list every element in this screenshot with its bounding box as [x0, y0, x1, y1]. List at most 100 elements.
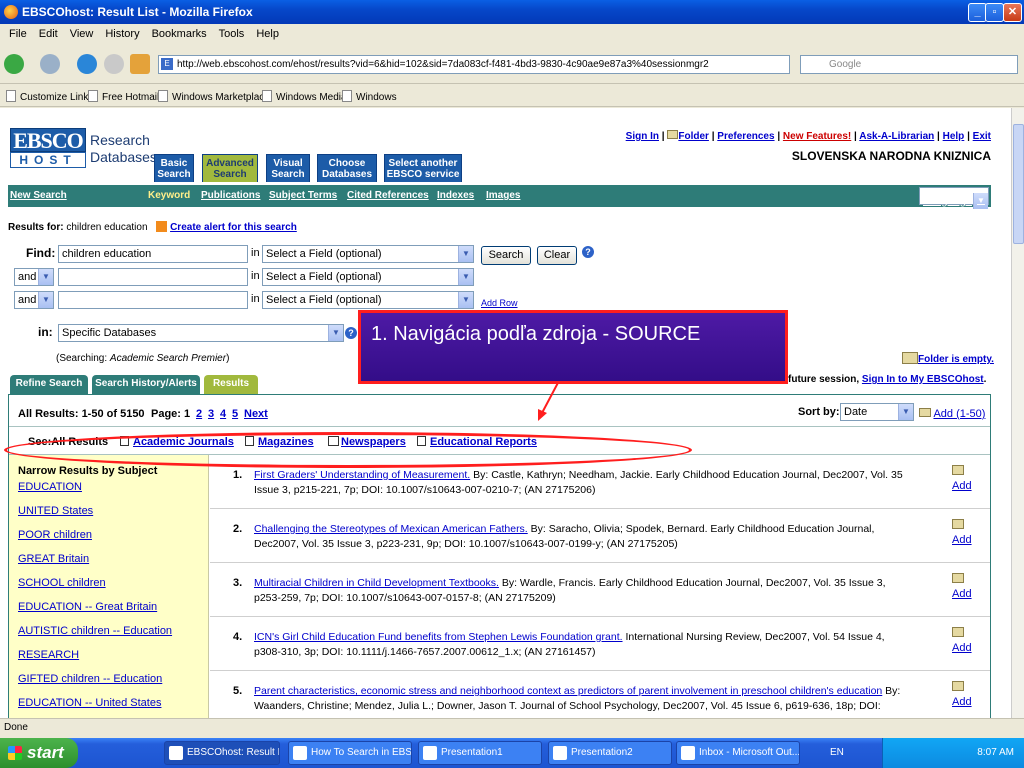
- folder-icon[interactable]: [952, 627, 964, 637]
- sort-select[interactable]: Date ▼: [840, 403, 914, 421]
- menu-bookmarks[interactable]: Bookmarks: [149, 28, 210, 40]
- back-icon[interactable]: [4, 54, 24, 74]
- subject-link[interactable]: SCHOOL children: [18, 577, 106, 589]
- folder-icon[interactable]: [952, 681, 964, 691]
- tab-choose-databases[interactable]: Choose Databases: [317, 154, 377, 182]
- bool-select-2[interactable]: and ▼: [14, 268, 54, 286]
- bool-select-3[interactable]: and ▼: [14, 291, 54, 309]
- maximize-button[interactable]: ▫: [985, 3, 1004, 22]
- folder-icon[interactable]: [952, 519, 964, 529]
- tab-select-ebsco-service[interactable]: Select another EBSCO service: [384, 154, 462, 182]
- menu-view[interactable]: View: [67, 28, 97, 40]
- folder-link[interactable]: Folder: [678, 131, 709, 142]
- help-icon[interactable]: ?: [582, 246, 594, 258]
- window-title-bar[interactable]: EBSCOhost: Result List - Mozilla Firefox…: [0, 0, 1024, 24]
- result-title-link[interactable]: First Graders' Understanding of Measurem…: [254, 469, 470, 481]
- bookmark-free-hotmail[interactable]: Free Hotmail: [88, 90, 159, 103]
- folder-icon[interactable]: [952, 573, 964, 583]
- page-2-link[interactable]: 2: [196, 408, 202, 420]
- reload-icon[interactable]: [77, 54, 97, 74]
- subject-link[interactable]: RESEARCH: [18, 649, 79, 661]
- database-select[interactable]: Specific Databases ▼: [58, 324, 344, 342]
- nav-indexes[interactable]: Indexes: [437, 190, 474, 201]
- field-select-3[interactable]: Select a Field (optional) ▼: [262, 291, 474, 309]
- sign-in-link[interactable]: Sign In: [626, 131, 659, 142]
- task-how-to-search[interactable]: How To Search in EBS...: [288, 741, 412, 765]
- subject-link[interactable]: EDUCATION -- United States: [18, 697, 161, 709]
- page-5-link[interactable]: 5: [232, 408, 238, 420]
- tab-results[interactable]: Results: [204, 375, 258, 394]
- scrollbar-thumb[interactable]: [1013, 124, 1024, 244]
- home-icon[interactable]: [130, 54, 150, 74]
- url-field[interactable]: E http://web.ebscohost.com/ehost/results…: [158, 55, 790, 74]
- menu-edit[interactable]: Edit: [36, 28, 61, 40]
- tab-visual-search[interactable]: Visual Search: [266, 154, 310, 182]
- preferences-link[interactable]: Preferences: [717, 131, 774, 142]
- nav-subject-terms[interactable]: Subject Terms: [269, 190, 337, 201]
- field-select-1[interactable]: Select a Field (optional) ▼: [262, 245, 474, 263]
- add-to-folder-link[interactable]: Add: [952, 588, 972, 600]
- ebsco-logo[interactable]: EBSCO HOST: [10, 128, 86, 170]
- nav-images[interactable]: Images: [486, 190, 520, 201]
- find-input-2[interactable]: [58, 268, 248, 286]
- subject-link[interactable]: EDUCATION -- Great Britain: [18, 601, 157, 613]
- result-title-link[interactable]: ICN's Girl Child Education Fund benefits…: [254, 631, 623, 643]
- stop-icon[interactable]: [104, 54, 124, 74]
- subject-link[interactable]: UNITED States: [18, 505, 93, 517]
- find-input-1[interactable]: children education: [58, 245, 248, 263]
- tab-basic-search[interactable]: Basic Search: [154, 154, 194, 182]
- menu-help[interactable]: Help: [253, 28, 282, 40]
- tab-refine-search[interactable]: Refine Search: [10, 375, 88, 394]
- new-search-link[interactable]: New Search: [10, 190, 67, 201]
- field-select-2[interactable]: Select a Field (optional) ▼: [262, 268, 474, 286]
- forward-icon[interactable]: [40, 54, 60, 74]
- add-to-folder-link[interactable]: Add: [952, 534, 972, 546]
- task-inbox-outlook[interactable]: Inbox - Microsoft Out...: [676, 741, 800, 765]
- result-title-link[interactable]: Challenging the Stereotypes of Mexican A…: [254, 523, 528, 535]
- ask-a-librarian-link[interactable]: Ask-A-Librarian: [859, 131, 934, 142]
- help-icon[interactable]: ?: [345, 327, 357, 339]
- bookmark-windows-marketplace[interactable]: Windows Marketplace: [158, 90, 270, 103]
- menu-file[interactable]: File: [6, 28, 30, 40]
- next-page-link[interactable]: Next: [244, 408, 268, 420]
- vertical-scrollbar[interactable]: [1011, 108, 1024, 718]
- add-range-link[interactable]: Add (1-50): [933, 408, 985, 420]
- subject-link[interactable]: POOR children: [18, 529, 92, 541]
- language-indicator[interactable]: EN: [830, 747, 844, 758]
- result-title-link[interactable]: Parent characteristics, economic stress …: [254, 685, 882, 697]
- help-link[interactable]: Help: [943, 131, 965, 142]
- subject-link[interactable]: EDUCATION: [18, 481, 82, 493]
- subject-link[interactable]: GIFTED children -- Education: [18, 673, 162, 685]
- find-input-3[interactable]: [58, 291, 248, 309]
- create-alert-link[interactable]: Create alert for this search: [170, 222, 297, 233]
- folder-icon[interactable]: [952, 465, 964, 475]
- sign-in-my-ebscohost-link[interactable]: Sign In to My EBSCOhost: [862, 374, 984, 385]
- nav-cited-references[interactable]: Cited References: [347, 190, 429, 201]
- add-row-link[interactable]: Add Row: [481, 298, 518, 308]
- bookmark-windows-media[interactable]: Windows Media: [262, 90, 347, 103]
- result-title-link[interactable]: Multiracial Children in Child Developmen…: [254, 577, 499, 589]
- start-button[interactable]: start: [0, 738, 78, 768]
- add-to-folder-link[interactable]: Add: [952, 480, 972, 492]
- keyword-label[interactable]: Keyword: [148, 190, 190, 201]
- page-3-link[interactable]: 3: [208, 408, 214, 420]
- subject-link[interactable]: GREAT Britain: [18, 553, 89, 565]
- task-presentation2[interactable]: Presentation2: [548, 741, 672, 765]
- tab-advanced-search[interactable]: Advanced Search: [202, 154, 258, 182]
- add-to-folder-link[interactable]: Add: [952, 696, 972, 708]
- task-presentation1[interactable]: Presentation1: [418, 741, 542, 765]
- menu-tools[interactable]: Tools: [216, 28, 248, 40]
- folder-empty-link[interactable]: Folder is empty.: [918, 354, 994, 365]
- search-button[interactable]: Search: [481, 246, 531, 265]
- bookmark-customize-links[interactable]: Customize Links: [6, 90, 93, 103]
- web-search-input[interactable]: Google: [800, 55, 1018, 74]
- menu-history[interactable]: History: [102, 28, 142, 40]
- clear-button[interactable]: Clear: [537, 246, 577, 265]
- bookmark-windows[interactable]: Windows: [342, 90, 397, 103]
- close-button[interactable]: ✕: [1003, 3, 1022, 22]
- add-to-folder-link[interactable]: Add: [952, 642, 972, 654]
- subject-link[interactable]: AUTISTIC children -- Education: [18, 625, 172, 637]
- language-select[interactable]: Language ▼: [919, 187, 989, 209]
- page-4-link[interactable]: 4: [220, 408, 226, 420]
- exit-link[interactable]: Exit: [973, 131, 991, 142]
